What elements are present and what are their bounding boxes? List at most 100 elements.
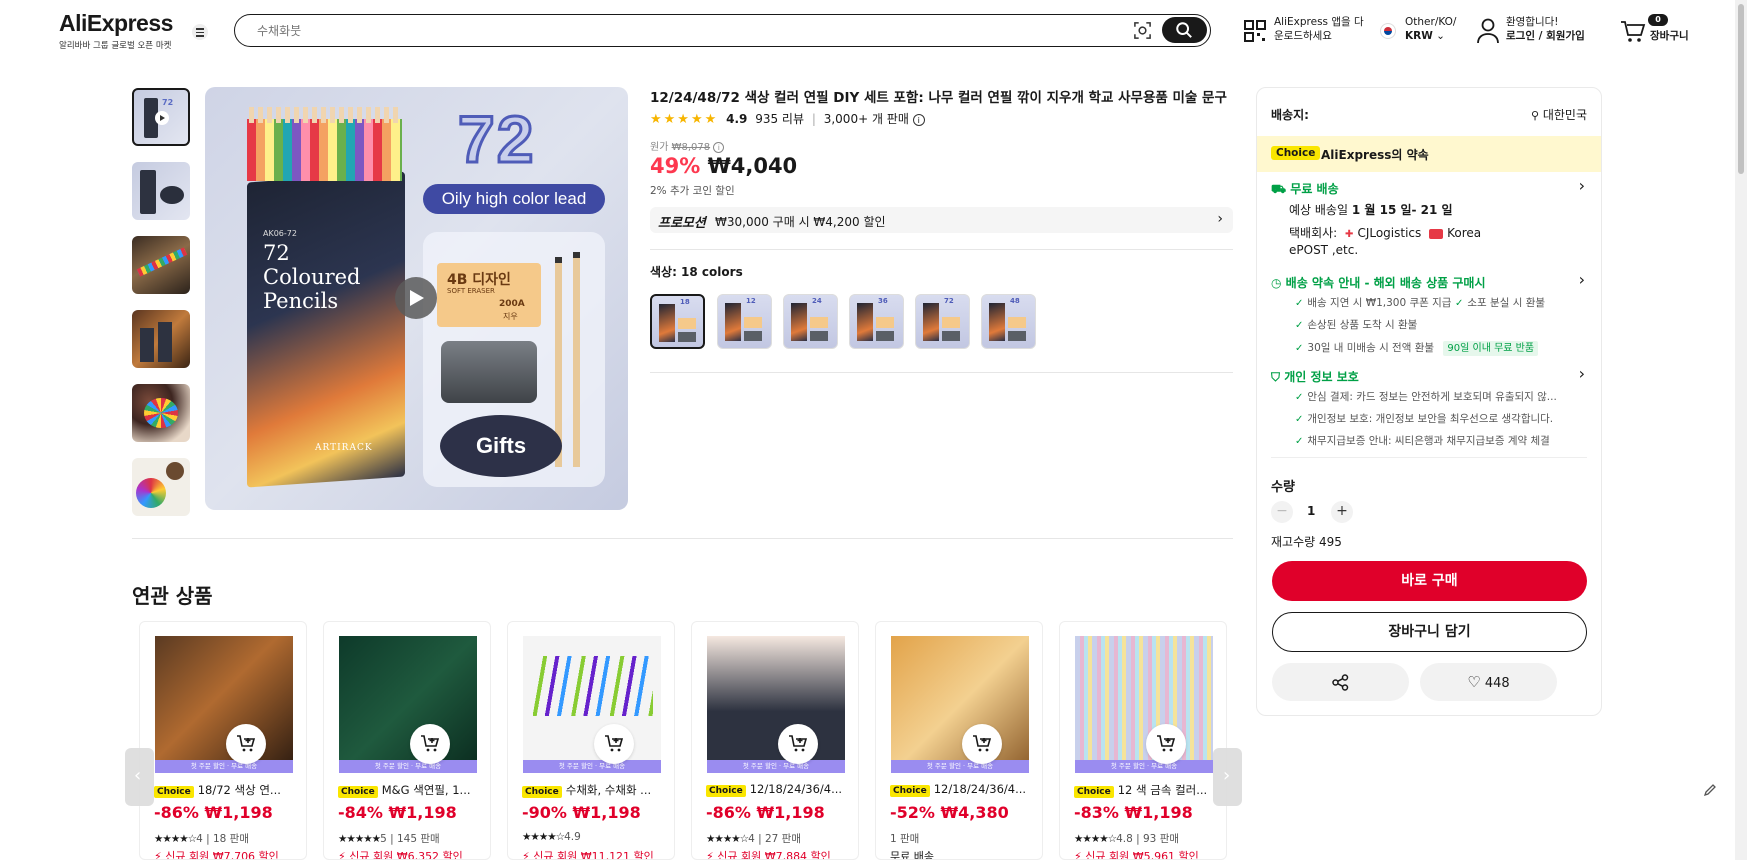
product-name-text: 18/72 색상 연...: [197, 783, 281, 797]
chevron-right-icon[interactable]: ›: [1579, 176, 1585, 195]
main-product-image[interactable]: AK06-72 72 Coloured Pencils ARTIRACK 72 …: [205, 87, 628, 510]
quantity-decrease-button[interactable]: −: [1271, 501, 1293, 523]
product-name[interactable]: Choice 12/18/24/36/4...: [890, 782, 1040, 797]
color-swatch[interactable]: 72: [915, 294, 970, 349]
qr-code-icon[interactable]: [1243, 19, 1267, 43]
reviews-link[interactable]: 935 리뷰: [755, 112, 804, 126]
color-swatch[interactable]: 12: [717, 294, 772, 349]
related-product-card[interactable]: 첫 주문 할인 · 무료 배송 Choice 18/72 색상 연... -86% ₩…: [139, 621, 307, 860]
related-product-card[interactable]: 첫 주문 할인 · 무료 배송 Choice M&G 색연필, 1... -84% ₩…: [323, 621, 491, 860]
product-coupon: 무료 배송: [890, 850, 934, 860]
product-thumbnail[interactable]: 첫 주문 할인 · 무료 배송: [891, 636, 1029, 773]
carousel-prev-button[interactable]: ‹: [125, 748, 154, 806]
info-icon[interactable]: i: [713, 142, 725, 153]
product-name[interactable]: Choice M&G 색연필, 1...: [338, 782, 488, 798]
pencil-tips-sharp: [247, 107, 402, 123]
thumbnail-4[interactable]: [132, 310, 190, 368]
product-rating: ★★★★☆4.8 | 93 판매: [1074, 833, 1180, 845]
product-name[interactable]: Choice 12/18/24/36/4...: [706, 782, 856, 797]
product-thumbnail[interactable]: 첫 주문 할인 · 무료 배송: [707, 636, 845, 773]
thumbnail-video[interactable]: 72: [132, 88, 190, 146]
search-button[interactable]: [1162, 17, 1207, 43]
related-product-card[interactable]: 첫 주문 할인 · 무료 배송 Choice 12/18/24/36/4... -86…: [691, 621, 859, 860]
thumbnail-6[interactable]: [132, 458, 190, 516]
color-swatch-number: 48: [1010, 297, 1020, 305]
quantity-increase-button[interactable]: +: [1331, 501, 1353, 523]
page-scrollbar[interactable]: [1735, 0, 1747, 860]
ship-to-selector[interactable]: ⚲ 대한민국: [1531, 106, 1587, 123]
privacy-item: ✓ 채무지급보증 안내: 씨티은행과 채무지급보증 계약 체결: [1295, 435, 1550, 447]
add-to-cart-icon-button[interactable]: [778, 724, 818, 764]
color-label: 색상: 18 colors: [650, 265, 743, 279]
thumbnail-5[interactable]: [132, 384, 190, 442]
original-price: 원가 ₩8,078 i: [650, 138, 725, 153]
product-name[interactable]: Choice 18/72 색상 연...: [154, 782, 304, 798]
color-swatch[interactable]: 48: [981, 294, 1036, 349]
chevron-right-icon[interactable]: ›: [1579, 364, 1585, 383]
carousel-next-button[interactable]: ›: [1213, 748, 1242, 806]
delivery-guarantee-row[interactable]: ◷ 배송 약속 안내 - 해외 배송 상품 구매시: [1271, 274, 1486, 291]
thumbnail-3[interactable]: [132, 236, 190, 294]
edit-icon[interactable]: [1702, 782, 1718, 798]
product-price: -86% ₩1,198: [706, 803, 825, 822]
product-rating: ★★★★★5 | 145 판매: [338, 833, 440, 845]
color-swatch[interactable]: 24: [783, 294, 838, 349]
promo-band: 첫 주문 할인 · 무료 배송: [1075, 760, 1213, 773]
related-product-card[interactable]: 첫 주문 할인 · 무료 배송 Choice 12 색 금속 컬러... -83% ₩…: [1059, 621, 1227, 860]
divider: [1271, 457, 1587, 458]
color-swatch[interactable]: 36: [849, 294, 904, 349]
pencil-box: [247, 171, 405, 488]
aliexpress-logo[interactable]: AliExpress 알리바바 그룹 글로벌 오픈 마켓: [59, 10, 173, 51]
related-product-card[interactable]: 첫 주문 할인 · 무료 배송 Choice 12/18/24/36/4... -52…: [875, 621, 1043, 860]
play-video-button[interactable]: [395, 277, 437, 319]
product-thumbnail[interactable]: 첫 주문 할인 · 무료 배송: [1075, 636, 1213, 773]
korea-post-icon: [1429, 228, 1444, 239]
buy-now-button[interactable]: 바로 구매: [1272, 561, 1587, 601]
search-bar: [234, 14, 1211, 47]
promo-band: 첫 주문 할인 · 무료 배송: [707, 760, 845, 773]
cart-label[interactable]: 장바구니: [1650, 29, 1689, 43]
cart-icon[interactable]: [1620, 20, 1646, 44]
scrollbar-thumb[interactable]: [1738, 4, 1744, 174]
product-thumbnail[interactable]: 첫 주문 할인 · 무료 배송: [155, 636, 293, 773]
choice-tag: Choice: [338, 786, 378, 798]
locale-selector[interactable]: Other/KO/KRW ⌄: [1405, 15, 1456, 43]
product-name[interactable]: Choice 수채화, 수채화 ...: [522, 782, 672, 798]
privacy-row[interactable]: ⛉ 개인 정보 보호: [1271, 368, 1359, 385]
product-rating: ★★★★☆4.9: [522, 831, 581, 843]
color-swatch[interactable]: 18: [650, 294, 705, 349]
product-thumbnail[interactable]: 첫 주문 할인 · 무료 배송: [523, 636, 661, 773]
eraser: 4B 디자인 SOFT ERASER 200A 지우: [437, 263, 541, 327]
promotion-bar[interactable]: 프로모션 ₩30,000 구매 시 ₩4,200 할인 ›: [650, 207, 1233, 233]
menu-icon[interactable]: [192, 24, 208, 40]
add-to-cart-icon-button[interactable]: [1146, 724, 1186, 764]
wishlist-button[interactable]: ♡ 448: [1420, 663, 1557, 701]
add-to-cart-icon-button[interactable]: [226, 724, 266, 764]
quantity-value[interactable]: 1: [1307, 504, 1315, 518]
search-input[interactable]: [257, 21, 1107, 41]
cart-plus-icon: [1157, 735, 1176, 752]
add-to-cart-button[interactable]: 장바구니 담기: [1272, 612, 1587, 652]
add-to-cart-icon-button[interactable]: [594, 724, 634, 764]
info-icon[interactable]: i: [912, 114, 925, 126]
share-button[interactable]: [1272, 663, 1409, 701]
image-search-icon[interactable]: [1133, 21, 1152, 40]
choice-tag: Choice: [706, 785, 746, 797]
divider: [650, 372, 1233, 373]
product-thumbnail[interactable]: 첫 주문 할인 · 무료 배송: [339, 636, 477, 773]
app-download-link[interactable]: AliExpress 앱을 다 운로드하세요: [1274, 15, 1364, 43]
product-rating: ★★★★☆4 | 18 판매: [154, 833, 250, 845]
related-product-card[interactable]: 첫 주문 할인 · 무료 배송 Choice 수채화, 수채화 ... -90% ₩1…: [507, 621, 675, 860]
thumbnail-2[interactable]: [132, 162, 190, 220]
promo-band: 첫 주문 할인 · 무료 배송: [523, 760, 661, 773]
free-shipping-row[interactable]: ⛟ 무료 배송: [1271, 180, 1339, 198]
header: AliExpress 알리바바 그룹 글로벌 오픈 마켓 AliExpress …: [0, 0, 1747, 62]
add-to-cart-icon-button[interactable]: [962, 724, 1002, 764]
user-icon[interactable]: [1477, 18, 1499, 44]
chevron-right-icon[interactable]: ›: [1579, 270, 1585, 289]
add-to-cart-icon-button[interactable]: [410, 724, 450, 764]
guarantee-item: ✓ 손상된 상품 도착 시 환불: [1295, 319, 1418, 331]
product-name[interactable]: Choice 12 색 금속 컬러...: [1074, 782, 1224, 798]
guarantee-item: ✓ 배송 지연 시 ₩1,300 쿠폰 지급: [1295, 297, 1452, 309]
account-link[interactable]: 환영합니다! 로그인 / 회원가입: [1506, 15, 1585, 43]
